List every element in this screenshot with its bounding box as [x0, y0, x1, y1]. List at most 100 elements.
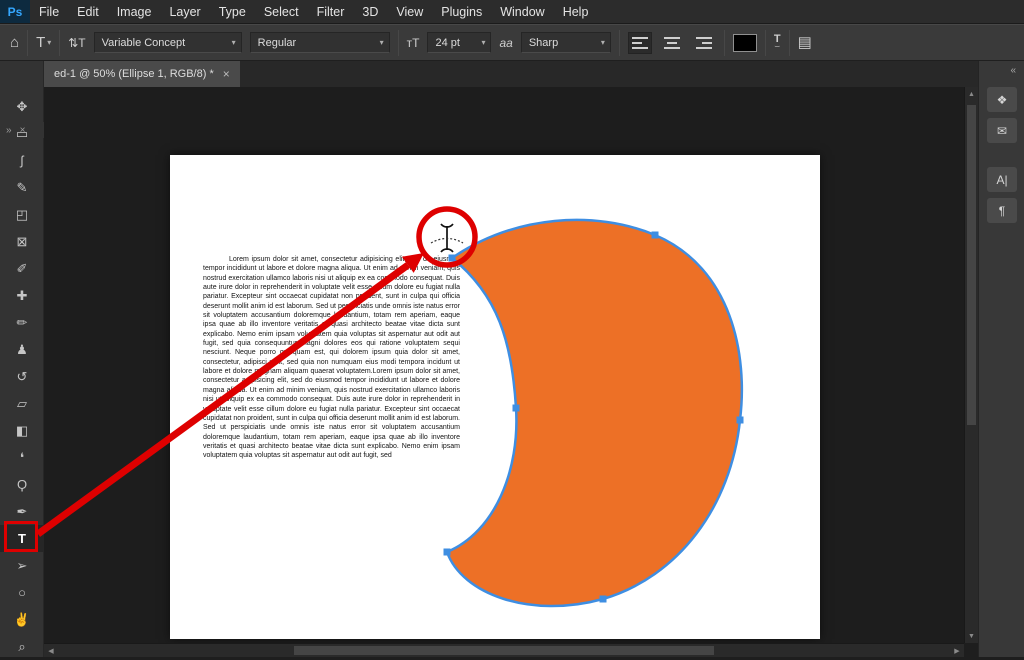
canvas-workspace[interactable]: Lorem ipsum dolor sit amet, consectetur …	[44, 87, 964, 643]
font-family-select[interactable]: Variable Concept ▾	[94, 32, 242, 53]
history-brush-tool-icon: ↺	[17, 369, 28, 385]
document-tab[interactable]: ed-1 @ 50% (Ellipse 1, RGB/8) * ×	[44, 61, 240, 87]
warp-text-button[interactable]: T ⌣	[774, 36, 781, 50]
paragraph-panel-icon: ¶	[999, 204, 1005, 218]
dodge-tool[interactable]: Ϙ	[0, 471, 44, 498]
horizontal-type-tool-icon: T	[18, 531, 26, 546]
scroll-right-icon[interactable]: ▶	[950, 644, 964, 658]
gradient-tool[interactable]: ◧	[0, 417, 44, 444]
zoom-tool-icon: ⌕	[18, 639, 25, 655]
document-tab-bar: ed-1 @ 50% (Ellipse 1, RGB/8) * ×	[44, 61, 978, 87]
separator	[619, 30, 620, 56]
pen-tool[interactable]: ✒	[0, 498, 44, 525]
eraser-tool-icon: ▱	[17, 396, 27, 412]
align-right-button[interactable]	[692, 32, 716, 54]
close-tab-icon[interactable]: ×	[223, 67, 230, 81]
horizontal-scroll-thumb[interactable]	[294, 646, 714, 655]
menu-item-edit[interactable]: Edit	[68, 0, 108, 23]
menu-item-window[interactable]: Window	[491, 0, 553, 23]
paragraph-text-block: Lorem ipsum dolor sit amet, consectetur …	[203, 255, 460, 461]
toggle-text-orientation-icon[interactable]: ⇅T	[68, 37, 85, 49]
menu-item-image[interactable]: Image	[108, 0, 161, 23]
hand-tool[interactable]: ✌	[0, 606, 44, 633]
quick-selection-tool[interactable]: ✎	[0, 174, 44, 201]
chevron-down-icon: ▾	[481, 38, 485, 47]
gradient-tool-icon: ◧	[16, 423, 28, 439]
brush-tool-icon: ✏	[17, 315, 28, 331]
font-family-value: Variable Concept	[102, 37, 186, 49]
vertical-scroll-thumb[interactable]	[967, 105, 976, 425]
paragraph-panel-button[interactable]: ¶	[987, 198, 1017, 223]
menu-item-layer[interactable]: Layer	[160, 0, 209, 23]
menu-item-view[interactable]: View	[387, 0, 432, 23]
crop-tool[interactable]: ◰	[0, 201, 44, 228]
path-selection-tool[interactable]: ➢	[0, 552, 44, 579]
lasso-tool[interactable]: ʃ	[0, 147, 44, 174]
move-tool[interactable]: ✥	[0, 93, 44, 120]
photoshop-logo[interactable]: Ps	[0, 0, 30, 23]
tool-preset-picker[interactable]: T ▾	[36, 35, 51, 50]
zoom-tool[interactable]: ⌕	[0, 633, 44, 660]
dodge-tool-icon: Ϙ	[17, 477, 27, 492]
history-brush-tool[interactable]: ↺	[0, 363, 44, 390]
anti-alias-select[interactable]: Sharp ▾	[521, 32, 611, 53]
font-style-select[interactable]: Regular ▾	[250, 32, 390, 53]
separator	[724, 30, 725, 56]
healing-brush-tool-icon: ✚	[17, 288, 28, 304]
character-panel-button[interactable]: A|	[987, 167, 1017, 192]
menu-item-type[interactable]: Type	[210, 0, 255, 23]
font-style-value: Regular	[258, 37, 297, 49]
separator	[27, 30, 28, 56]
rectangular-marquee-tool[interactable]: ▭	[0, 120, 44, 147]
menu-item-plugins[interactable]: Plugins	[432, 0, 491, 23]
font-size-value: 24 pt	[435, 37, 459, 49]
tools-panel: » × ✥▭ʃ✎◰⊠✐✚✏♟↺▱◧❛Ϙ✒T➢○✌⌕	[0, 61, 44, 657]
pen-tool-icon: ✒	[17, 504, 28, 520]
color-swatch[interactable]	[733, 34, 757, 52]
ellipse-tool[interactable]: ○	[0, 579, 44, 606]
healing-brush-tool[interactable]: ✚	[0, 282, 44, 309]
eyedropper-tool-icon: ✐	[17, 261, 28, 277]
menu-item-file[interactable]: File	[30, 0, 68, 23]
menu-item-help[interactable]: Help	[554, 0, 598, 23]
horizontal-type-tool[interactable]: T	[0, 525, 44, 552]
brush-tool[interactable]: ✏	[0, 309, 44, 336]
frame-tool[interactable]: ⊠	[0, 228, 44, 255]
menu-item-select[interactable]: Select	[255, 0, 308, 23]
align-left-button[interactable]	[628, 32, 652, 54]
home-icon[interactable]: ⌂	[10, 35, 19, 50]
align-center-button[interactable]	[660, 32, 684, 54]
menu-bar: Ps FileEditImageLayerTypeSelectFilter3DV…	[0, 0, 1024, 24]
scroll-up-icon[interactable]: ▲	[965, 87, 978, 101]
quick-selection-tool-icon: ✎	[17, 180, 28, 196]
eyedropper-tool[interactable]: ✐	[0, 255, 44, 282]
warp-arc-icon: ⌣	[774, 43, 780, 50]
font-size-select[interactable]: 24 pt ▾	[427, 32, 491, 53]
vertical-scrollbar: ▲ ▼	[964, 87, 978, 643]
menu-item-3d[interactable]: 3D	[353, 0, 387, 23]
tool-list: ✥ ▭ʃ ✎ ◰⊠ ✐ ✚ ✏ ♟ ↺ ▱ ◧ ❛ Ϙ ✒ T ➢ ○ ✌ ⌕	[0, 93, 44, 660]
separator	[398, 30, 399, 56]
type-tool-preset-icon: T	[36, 35, 45, 50]
comments-button[interactable]: ✉	[987, 118, 1017, 143]
rail-buttons: ❖ ✉ A| ¶	[979, 87, 1024, 223]
workspace-panels-icon: ❖	[997, 93, 1008, 107]
clone-stamp-tool[interactable]: ♟	[0, 336, 44, 363]
anti-alias-value: Sharp	[529, 37, 558, 49]
chevron-down-icon: ▾	[380, 38, 384, 47]
eraser-tool[interactable]: ▱	[0, 390, 44, 417]
toggle-panels-icon[interactable]: ▤	[798, 35, 812, 50]
anti-alias-icon: aa	[499, 37, 512, 49]
move-tool-icon: ✥	[17, 99, 28, 115]
ellipse-tool-icon: ○	[18, 585, 26, 600]
scroll-left-icon[interactable]: ◀	[44, 644, 58, 658]
blur-tool[interactable]: ❛	[0, 444, 44, 471]
options-bar: ⌂ T ▾ ⇅T Variable Concept ▾ Regular ▾ тT…	[0, 24, 1024, 61]
workspace-panels-button[interactable]: ❖	[987, 87, 1017, 112]
menu-item-filter[interactable]: Filter	[308, 0, 354, 23]
chevron-down-icon: ▾	[232, 38, 236, 47]
document-page[interactable]: Lorem ipsum dolor sit amet, consectetur …	[170, 155, 820, 639]
scroll-down-icon[interactable]: ▼	[965, 629, 978, 643]
collapse-panels-icon[interactable]: «	[1010, 65, 1016, 76]
separator	[765, 30, 766, 56]
